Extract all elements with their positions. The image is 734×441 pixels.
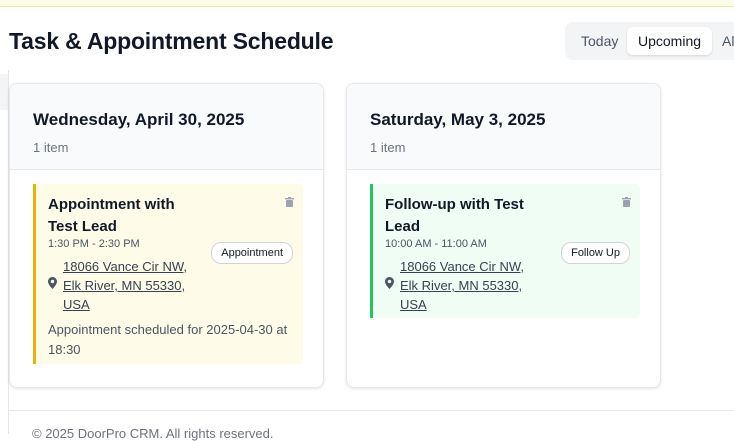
day-date: Saturday, May 3, 2025 [370, 110, 546, 129]
item-time: 10:00 AM - 11:00 AM [385, 238, 487, 250]
page-title: Task & Appointment Schedule [9, 28, 334, 54]
filter-tabs: Today Upcoming Al [565, 22, 734, 60]
item-type-badge: Follow Up [561, 242, 630, 264]
day-item-count: 1 item [370, 140, 406, 155]
item-type-badge: Appointment [211, 242, 293, 264]
day-header: Saturday, May 3, 2025 1 item [347, 84, 660, 170]
day-date: Wednesday, April 30, 2025 [33, 110, 245, 129]
tab-upcoming[interactable]: Upcoming [627, 27, 713, 55]
trash-icon[interactable] [285, 197, 294, 207]
footer-divider [9, 410, 734, 411]
trash-icon[interactable] [622, 197, 631, 207]
sidebar-edge [0, 74, 8, 110]
day-card: Wednesday, April 30, 2025 1 item Appoint… [9, 83, 324, 388]
follow-up-item[interactable]: Follow-up with Test Lead 10:00 AM - 11:0… [370, 184, 640, 318]
day-header: Wednesday, April 30, 2025 1 item [10, 84, 323, 170]
item-time: 1:30 PM - 2:30 PM [48, 238, 140, 250]
map-pin-icon [385, 277, 394, 289]
item-note: Appointment scheduled for 2025-04-30 at … [48, 322, 288, 357]
notification-banner [0, 0, 734, 7]
map-pin-icon [48, 277, 57, 289]
tab-all[interactable]: Al [715, 27, 734, 55]
appointment-item[interactable]: Appointment with Test Lead 1:30 PM - 2:3… [33, 184, 303, 364]
item-title: Follow-up with Test Lead [385, 196, 524, 235]
day-item-count: 1 item [33, 140, 69, 155]
item-title: Appointment with Test Lead [48, 196, 175, 235]
item-address-link[interactable]: 18066 Vance Cir NW, Elk River, MN 55330,… [400, 257, 525, 314]
tab-today[interactable]: Today [571, 27, 628, 55]
day-card: Saturday, May 3, 2025 1 item Follow-up w… [346, 83, 661, 388]
item-address-link[interactable]: 18066 Vance Cir NW, Elk River, MN 55330,… [63, 257, 188, 314]
